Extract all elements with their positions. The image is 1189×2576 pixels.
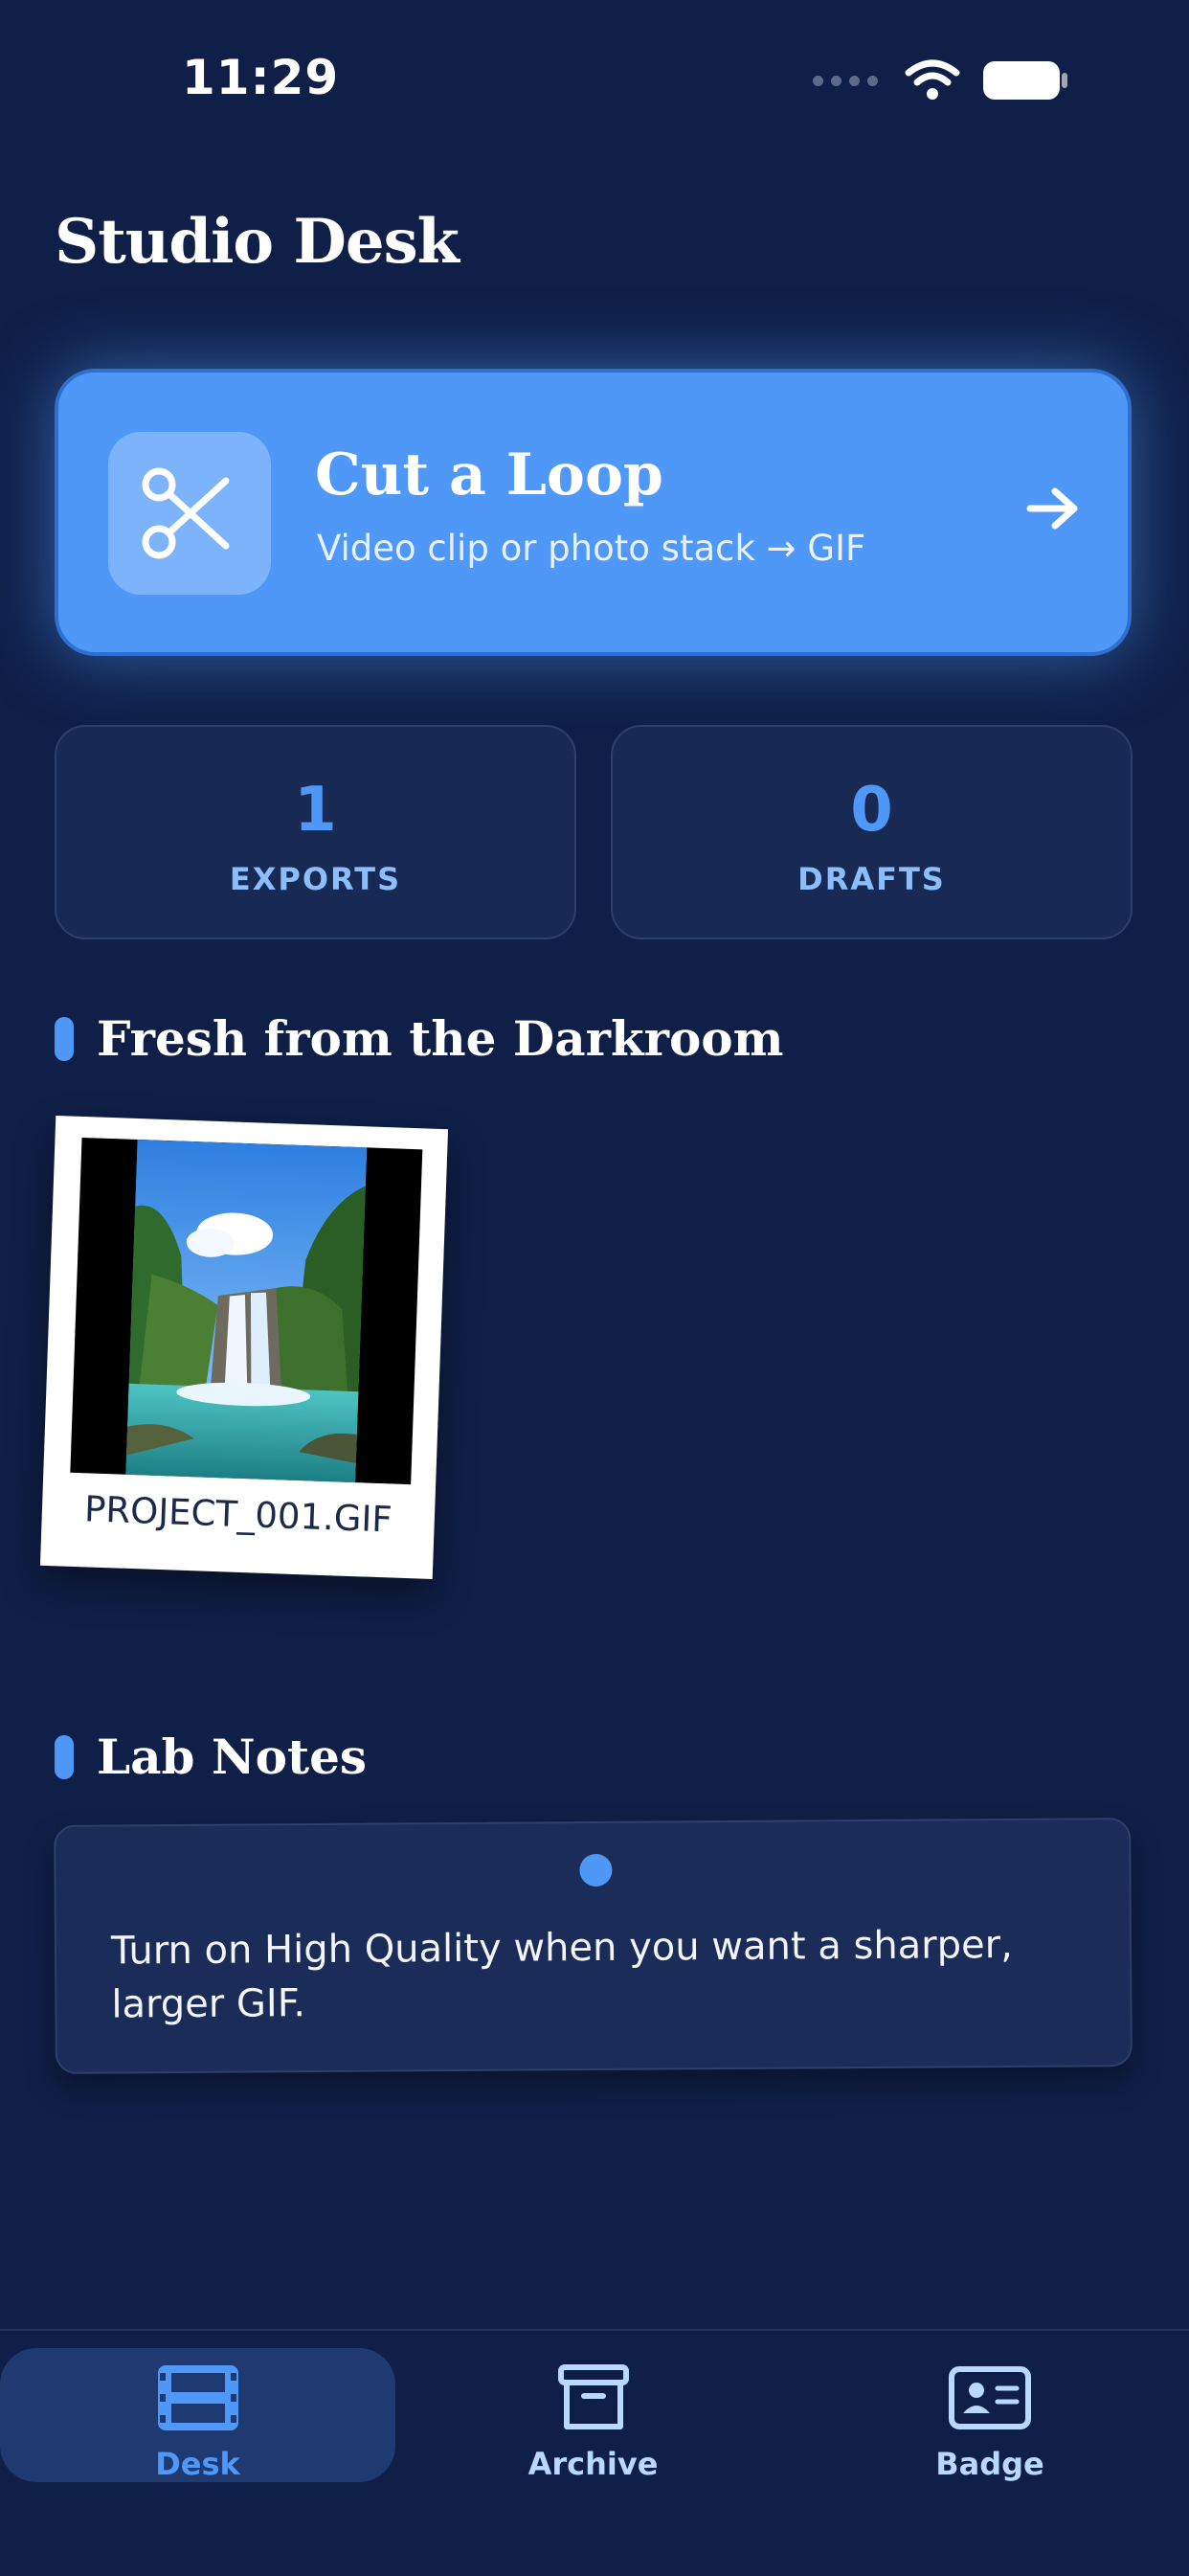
tab-desk-label: Desk <box>155 2446 240 2482</box>
arrow-right-icon <box>1026 487 1078 530</box>
pin-dot-icon <box>579 1853 613 1887</box>
tab-archive[interactable]: Archive <box>395 2348 791 2482</box>
lab-note-card: Turn on High Quality when you want a sha… <box>54 1818 1133 2074</box>
archive-box-icon <box>557 2364 629 2429</box>
cta-subtitle: Video clip or photo stack → GIF <box>317 528 866 569</box>
exports-count: 1 <box>294 775 337 846</box>
cta-title: Cut a Loop <box>315 441 663 508</box>
section-accent-bar <box>55 1016 74 1061</box>
exports-stat-card[interactable]: 1 EXPORTS <box>55 725 576 939</box>
section-accent-bar <box>55 1734 74 1779</box>
scissors-icon <box>142 467 230 559</box>
tab-bar: Desk Archive Badge <box>0 2329 1189 2576</box>
tab-badge-label: Badge <box>935 2446 1044 2482</box>
cut-a-loop-card[interactable]: Cut a Loop Video clip or photo stack → G… <box>55 369 1132 656</box>
recent-section-header: Fresh from the Darkroom <box>55 1010 784 1067</box>
cta-icon-tile <box>108 432 271 595</box>
tab-desk[interactable]: Desk <box>0 2348 395 2482</box>
film-icon <box>157 2365 238 2430</box>
tab-archive-label: Archive <box>527 2446 659 2482</box>
status-bar: 11:29 <box>0 0 1189 163</box>
status-time: 11:29 <box>182 50 340 105</box>
gif-preview-image <box>70 1137 423 1485</box>
drafts-count: 0 <box>850 775 893 846</box>
drafts-label: DRAFTS <box>797 861 946 897</box>
wifi-icon <box>905 59 960 100</box>
notes-section-header: Lab Notes <box>55 1729 367 1785</box>
cellular-signal-icon <box>813 75 878 86</box>
battery-icon <box>983 61 1067 100</box>
tab-badge[interactable]: Badge <box>791 2348 1189 2482</box>
drafts-stat-card[interactable]: 0 DRAFTS <box>611 725 1133 939</box>
gif-thumbnail-card[interactable]: PROJECT_001.GIF <box>39 1115 449 1580</box>
recent-section-title: Fresh from the Darkroom <box>97 1010 784 1067</box>
page-title: Studio Desk <box>55 206 460 278</box>
notes-section-title: Lab Notes <box>97 1729 368 1785</box>
lab-note-text: Turn on High Quality when you want a sha… <box>110 1922 1013 2027</box>
id-badge-icon <box>949 2366 1031 2429</box>
exports-label: EXPORTS <box>229 861 402 897</box>
status-icons <box>813 59 1069 102</box>
gif-caption: PROJECT_001.GIF <box>83 1488 393 1541</box>
